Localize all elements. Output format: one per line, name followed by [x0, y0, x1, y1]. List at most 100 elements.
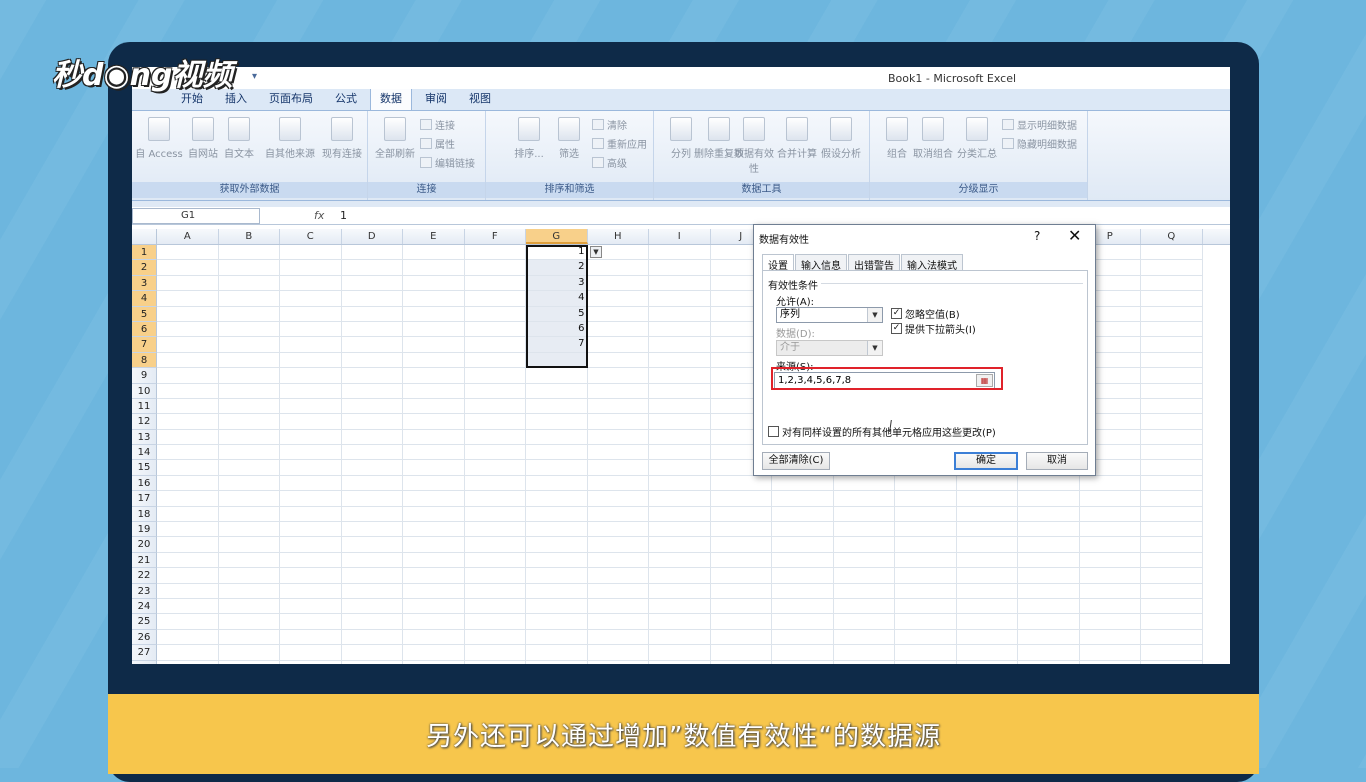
row-header[interactable]: 6: [132, 321, 157, 338]
cell[interactable]: [895, 660, 957, 664]
cell[interactable]: [464, 398, 526, 415]
cell[interactable]: [649, 552, 711, 569]
cell[interactable]: [710, 629, 772, 646]
cell[interactable]: [341, 645, 403, 661]
cell[interactable]: [403, 552, 465, 569]
cell[interactable]: [1018, 475, 1080, 492]
row-header[interactable]: 27: [132, 645, 157, 661]
row-header[interactable]: 1: [132, 245, 157, 261]
cell[interactable]: [464, 598, 526, 615]
row-header[interactable]: 20: [132, 537, 157, 553]
cell[interactable]: [526, 491, 588, 507]
row-header[interactable]: 22: [132, 568, 157, 584]
cell[interactable]: [710, 583, 772, 599]
cell[interactable]: [587, 260, 649, 276]
cell[interactable]: [833, 568, 895, 584]
cell[interactable]: [772, 568, 834, 584]
cell[interactable]: 2: [526, 260, 588, 276]
data-validation-button[interactable]: 数据有效性: [732, 117, 776, 175]
cell[interactable]: [464, 583, 526, 599]
cell[interactable]: [1018, 491, 1080, 507]
cell[interactable]: [526, 352, 588, 369]
cell[interactable]: [280, 614, 342, 630]
cell[interactable]: [587, 491, 649, 507]
cell[interactable]: [526, 398, 588, 415]
cell[interactable]: [280, 645, 342, 661]
cell[interactable]: [403, 491, 465, 507]
cell[interactable]: [218, 614, 280, 630]
cell[interactable]: [403, 583, 465, 599]
cell[interactable]: [1018, 629, 1080, 646]
cancel-button[interactable]: 取消: [1026, 452, 1088, 470]
cell[interactable]: [587, 275, 649, 292]
cell[interactable]: [649, 383, 711, 399]
cell[interactable]: [526, 460, 588, 476]
cell[interactable]: [587, 552, 649, 569]
cell[interactable]: [218, 275, 280, 292]
cell[interactable]: [834, 660, 895, 664]
cell[interactable]: [587, 291, 649, 307]
cell[interactable]: [649, 537, 711, 553]
cell[interactable]: [587, 629, 649, 646]
cell[interactable]: [403, 660, 465, 664]
cell[interactable]: [218, 491, 280, 507]
cell[interactable]: [1018, 598, 1080, 615]
cell[interactable]: [280, 445, 342, 461]
cell[interactable]: [157, 645, 219, 661]
cell[interactable]: [1141, 614, 1203, 630]
cell[interactable]: [1141, 660, 1203, 664]
cell[interactable]: [1141, 491, 1203, 507]
cell[interactable]: [1141, 429, 1203, 446]
cell[interactable]: [895, 568, 957, 584]
row-header[interactable]: 14: [132, 445, 157, 461]
cell[interactable]: [956, 583, 1018, 599]
cell[interactable]: [218, 245, 280, 261]
cell[interactable]: [341, 475, 403, 492]
cell[interactable]: [280, 491, 342, 507]
cell[interactable]: [464, 368, 526, 384]
cell[interactable]: [526, 383, 588, 399]
advanced-filter-button[interactable]: 高级: [592, 155, 627, 170]
cell[interactable]: [956, 506, 1018, 523]
quick-access-icon[interactable]: ▾: [252, 71, 257, 82]
cell[interactable]: [464, 291, 526, 307]
row-header[interactable]: 11: [132, 398, 157, 415]
cell[interactable]: [280, 568, 342, 584]
cell[interactable]: [587, 445, 649, 461]
column-header[interactable]: C: [280, 229, 342, 244]
cell[interactable]: [218, 429, 280, 446]
cell[interactable]: [157, 337, 219, 353]
cell[interactable]: [1079, 491, 1141, 507]
cell[interactable]: [341, 260, 403, 276]
cell[interactable]: [403, 383, 465, 399]
cell[interactable]: [157, 583, 219, 599]
column-header[interactable]: I: [649, 229, 711, 244]
cell[interactable]: [280, 475, 342, 492]
properties-button[interactable]: 属性: [420, 136, 455, 151]
hide-detail-button[interactable]: 隐藏明细数据: [1002, 136, 1077, 151]
cell[interactable]: [895, 537, 957, 553]
cell[interactable]: [1141, 291, 1203, 307]
row-header[interactable]: 13: [132, 429, 157, 446]
cell[interactable]: [1018, 552, 1080, 569]
cell[interactable]: [157, 398, 219, 415]
cell[interactable]: [587, 398, 649, 415]
cell[interactable]: [649, 245, 711, 261]
name-box[interactable]: G1: [132, 208, 260, 224]
cell[interactable]: [157, 321, 219, 338]
cell[interactable]: [403, 645, 465, 661]
cell[interactable]: [464, 506, 526, 523]
cell[interactable]: [157, 368, 219, 384]
cell[interactable]: [403, 306, 465, 322]
cell[interactable]: [1079, 475, 1141, 492]
cell[interactable]: [587, 537, 649, 553]
cell[interactable]: [1079, 583, 1141, 599]
cell[interactable]: [157, 352, 219, 369]
cell[interactable]: [157, 260, 219, 276]
cell[interactable]: [956, 491, 1018, 507]
cell[interactable]: [464, 629, 526, 646]
cell[interactable]: [588, 660, 649, 664]
cell[interactable]: [280, 460, 342, 476]
cell[interactable]: [157, 414, 219, 430]
cell[interactable]: [526, 645, 588, 661]
